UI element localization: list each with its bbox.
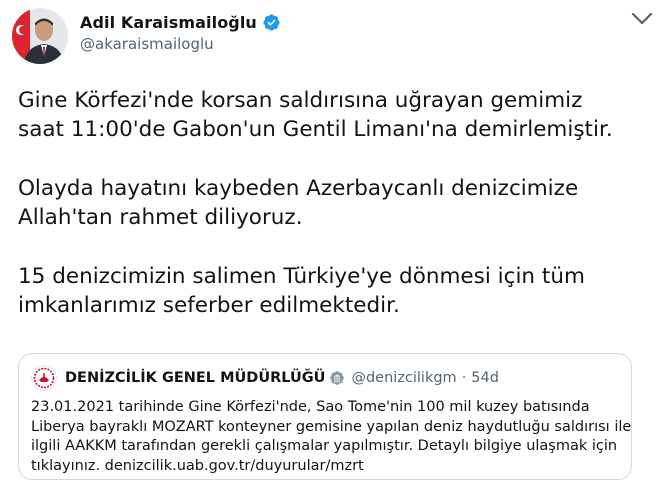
quoted-timestamp[interactable]: 54d xyxy=(471,370,499,386)
quoted-tweet-header: DENİZCİLİK GENEL MÜDÜRLÜĞÜ @denizcilikgm… xyxy=(31,364,499,392)
tweet-line: Gine Körfezi'nde korsan saldırısına uğra… xyxy=(18,88,583,113)
tweet-line: imkanlarımız seferber edilmektedir. xyxy=(18,293,400,318)
tweet-line: 15 denizcimizin salimen Türkiye'ye dönme… xyxy=(18,264,585,289)
tweet-paragraph: Gine Körfezi'nde korsan saldırısına uğra… xyxy=(18,86,658,144)
tweet-text: Gine Körfezi'nde korsan saldırısına uğra… xyxy=(18,86,658,320)
quoted-account-name[interactable]: DENİZCİLİK GENEL MÜDÜRLÜĞÜ xyxy=(65,370,325,386)
quoted-line: ilgili AAKKM tarafından gerekli çalışmal… xyxy=(31,438,618,454)
tweet-paragraph: 15 denizcimizin salimen Türkiye'ye dönme… xyxy=(18,262,658,320)
author-portrait-image xyxy=(12,8,68,64)
author-avatar[interactable] xyxy=(12,8,68,64)
more-options-icon[interactable] xyxy=(628,6,656,30)
quoted-line: Liberya bayraklı MOZART konteyner gemisi… xyxy=(31,418,632,435)
tweet-card: Adil Karaismailoğlu @akaraismailoglu Gin… xyxy=(0,0,670,494)
tweet-line: Allah'tan rahmet diliyoruz. xyxy=(18,205,303,230)
quoted-line: tıklayınız. denizcilik.uab.gov.tr/duyuru… xyxy=(31,457,364,474)
government-badge-icon xyxy=(330,371,345,385)
quoted-tweet-text: 23.01.2021 tarihinde Gine Körfezi'nde, S… xyxy=(31,398,632,476)
quoted-account-handle[interactable]: @denizcilikgm xyxy=(351,370,456,386)
quoted-tweet-card[interactable]: DENİZCİLİK GENEL MÜDÜRLÜĞÜ @denizcilikgm… xyxy=(18,353,632,480)
quoted-account-logo[interactable] xyxy=(31,365,57,391)
quoted-line: 23.01.2021 tarihinde Gine Körfezi'nde, S… xyxy=(31,399,590,415)
author-handle[interactable]: @akaraismailoglu xyxy=(80,35,214,53)
author-name-row: Adil Karaismailoğlu xyxy=(80,10,281,34)
tweet-line: Olayda hayatını kaybeden Azerbaycanlı de… xyxy=(18,176,579,201)
separator-dot: · xyxy=(461,370,467,386)
tweet-paragraph: Olayda hayatını kaybeden Azerbaycanlı de… xyxy=(18,174,658,232)
tweet-line: saat 11:00'de Gabon'un Gentil Limanı'na … xyxy=(18,117,613,142)
author-display-name[interactable]: Adil Karaismailoğlu xyxy=(80,13,257,32)
verified-badge-icon xyxy=(263,13,280,31)
